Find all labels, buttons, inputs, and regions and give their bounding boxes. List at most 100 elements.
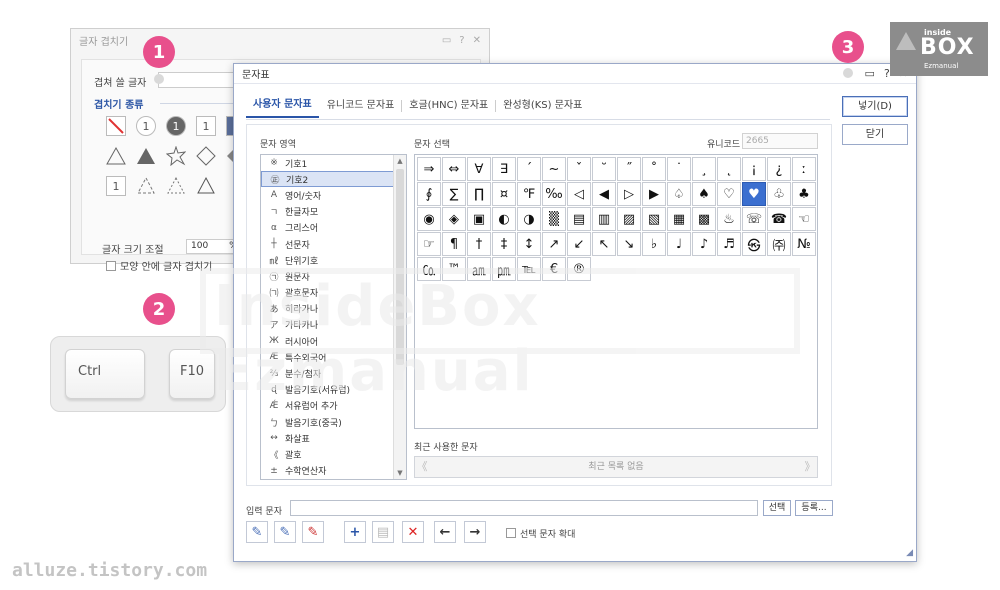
delete-user-set-icon[interactable]: ✎ <box>302 521 324 543</box>
overlap-shape-recycle-3[interactable] <box>196 176 216 196</box>
region-list-item[interactable]: Ж 러시아어 <box>261 333 394 349</box>
character-cell[interactable]: ▒ <box>542 207 566 231</box>
region-list-item[interactable]: ㎖ 단위기호 <box>261 252 394 268</box>
overlap-shape-recycle-2[interactable] <box>166 176 186 196</box>
region-list-item[interactable]: ㄅ 발음기호(중국) <box>261 414 394 430</box>
character-cell[interactable]: ℡ <box>517 257 541 281</box>
region-list[interactable]: ※ 기호1 ㊣ 기호2 A 영어/숫자 ㄱ 한글자모 α 그리스어 ┼ 선문자 ㎖ 단위기호 ㉠ 원문자 ㈀ 괄호… <box>260 154 407 480</box>
character-cell[interactable]: ☞ <box>417 232 441 256</box>
inside-shape-checkbox[interactable]: 모양 안에 글자 겹치기 <box>106 258 212 273</box>
region-list-item[interactable]: ㊣ 기호2 <box>261 171 394 188</box>
character-cell[interactable]: ˝ <box>617 157 641 181</box>
character-cell[interactable]: ♪ <box>692 232 716 256</box>
character-cell[interactable]: ˇ <box>567 157 591 181</box>
scroll-up-icon[interactable]: ▲ <box>394 155 406 167</box>
character-cell[interactable]: ˘ <box>592 157 616 181</box>
region-list-item[interactable]: A 영어/숫자 <box>261 187 394 203</box>
tab-hnc-map[interactable]: 호글(HNC) 문자표 <box>402 100 497 112</box>
resize-grip-icon[interactable]: ◢ <box>906 548 913 558</box>
help-icon[interactable]: ? <box>884 67 890 80</box>
overlap-text-input[interactable] <box>158 72 238 88</box>
overlap-shape-none[interactable] <box>106 116 126 136</box>
character-cell[interactable]: ♭ <box>642 232 666 256</box>
expand-checkbox-box[interactable] <box>506 528 516 538</box>
character-cell[interactable]: ▩ <box>692 207 716 231</box>
move-right-icon[interactable]: → <box>464 521 486 543</box>
character-cell[interactable]: ♥ <box>742 182 766 206</box>
scroll-down-icon[interactable]: ▼ <box>394 467 406 479</box>
character-cell[interactable]: ː <box>792 157 816 181</box>
character-cell[interactable]: ¸ <box>692 157 716 181</box>
overlap-shape-filled-circle[interactable]: 1 <box>166 116 186 136</box>
character-cell[interactable]: € <box>542 257 566 281</box>
character-cell[interactable]: ▶ <box>642 182 666 206</box>
character-cell[interactable]: ‰ <box>542 182 566 206</box>
character-cell[interactable]: ♠ <box>692 182 716 206</box>
character-cell[interactable]: ´ <box>517 157 541 181</box>
region-list-item[interactable]: ± 수학연산자 <box>261 463 394 479</box>
character-cell[interactable]: ㉿ <box>742 232 766 256</box>
character-cell[interactable]: ˛ <box>717 157 741 181</box>
character-cell[interactable]: ↙ <box>567 232 591 256</box>
character-cell[interactable]: ↕ <box>517 232 541 256</box>
region-list-item[interactable]: ⅔ 분수/첨자 <box>261 365 394 381</box>
region-list-item[interactable]: あ 히라가나 <box>261 301 394 317</box>
character-cell[interactable]: ™ <box>442 257 466 281</box>
character-cell[interactable]: ◑ <box>517 207 541 231</box>
character-cell[interactable]: ㏂ <box>467 257 491 281</box>
recent-prev-icon[interactable]: 《 <box>415 457 429 477</box>
overlap-shape-triangle[interactable] <box>106 146 126 166</box>
character-cell[interactable]: ∑ <box>442 182 466 206</box>
overlap-dialog-window-icon[interactable]: ▭ <box>442 35 451 46</box>
character-cell[interactable]: ⇔ <box>442 157 466 181</box>
overlap-shape-square[interactable]: 1 <box>196 116 216 136</box>
character-cell[interactable]: ▧ <box>642 207 666 231</box>
edit-character-icon[interactable]: ▤ <box>372 521 394 543</box>
character-cell[interactable]: ¡ <box>742 157 766 181</box>
region-list-item[interactable]: Ǽ 서유럽어 추가 <box>261 398 394 414</box>
scroll-thumb[interactable] <box>396 169 404 365</box>
close-button[interactable]: 닫기 <box>842 124 908 145</box>
character-cell[interactable]: ▷ <box>617 182 641 206</box>
character-cell[interactable]: ♬ <box>717 232 741 256</box>
character-cell[interactable]: ↘ <box>617 232 641 256</box>
character-cell[interactable]: ♨ <box>717 207 741 231</box>
character-cell[interactable]: ˙ <box>667 157 691 181</box>
character-cell[interactable]: ˚ <box>642 157 666 181</box>
expand-checkbox[interactable]: 선택 문자 확대 <box>506 527 575 540</box>
character-cell[interactable]: ㏘ <box>492 257 516 281</box>
character-cell[interactable]: ♣ <box>792 182 816 206</box>
character-cell[interactable]: ‡ <box>492 232 516 256</box>
character-cell[interactable]: ∏ <box>467 182 491 206</box>
character-cell[interactable]: ☜ <box>792 207 816 231</box>
input-characters-field[interactable] <box>290 500 758 516</box>
character-cell[interactable]: ◀ <box>592 182 616 206</box>
tab-user-map[interactable]: 사용자 문자표 <box>246 94 319 118</box>
region-list-item[interactable]: ɖ 발음기호(서유럽) <box>261 382 394 398</box>
overlap-shape-recycle[interactable] <box>136 176 156 196</box>
character-cell[interactable]: ▣ <box>467 207 491 231</box>
overlap-shape-filled-triangle[interactable] <box>136 146 156 166</box>
character-cell[interactable]: ⇒ <box>417 157 441 181</box>
character-cell[interactable]: ∮ <box>417 182 441 206</box>
overlap-dialog-help-icon[interactable]: ? <box>459 35 464 46</box>
character-cell[interactable]: ㈜ <box>767 232 791 256</box>
region-list-item[interactable]: ㉠ 원문자 <box>261 268 394 284</box>
character-cell[interactable]: ㏇ <box>417 257 441 281</box>
region-list-item[interactable]: α 그리스어 <box>261 220 394 236</box>
character-cell[interactable]: ▨ <box>617 207 641 231</box>
region-list-item[interactable]: ┼ 선문자 <box>261 236 394 252</box>
overlap-shape-square-2[interactable]: 1 <box>106 176 126 196</box>
overlap-shape-diamond[interactable] <box>196 146 216 166</box>
character-cell[interactable]: ~ <box>542 157 566 181</box>
character-cell[interactable]: † <box>467 232 491 256</box>
register-button[interactable]: 등록... <box>795 500 833 516</box>
tab-ks-map[interactable]: 완성형(KS) 문자표 <box>496 100 589 112</box>
edit-user-set-icon[interactable]: ✎ <box>274 521 296 543</box>
character-cell[interactable]: ▤ <box>567 207 591 231</box>
character-cell[interactable]: ◐ <box>492 207 516 231</box>
move-left-icon[interactable]: ← <box>434 521 456 543</box>
character-cell[interactable]: ∀ <box>467 157 491 181</box>
character-cell[interactable]: ☏ <box>742 207 766 231</box>
tab-unicode-map[interactable]: 유니코드 문자표 <box>320 100 403 112</box>
